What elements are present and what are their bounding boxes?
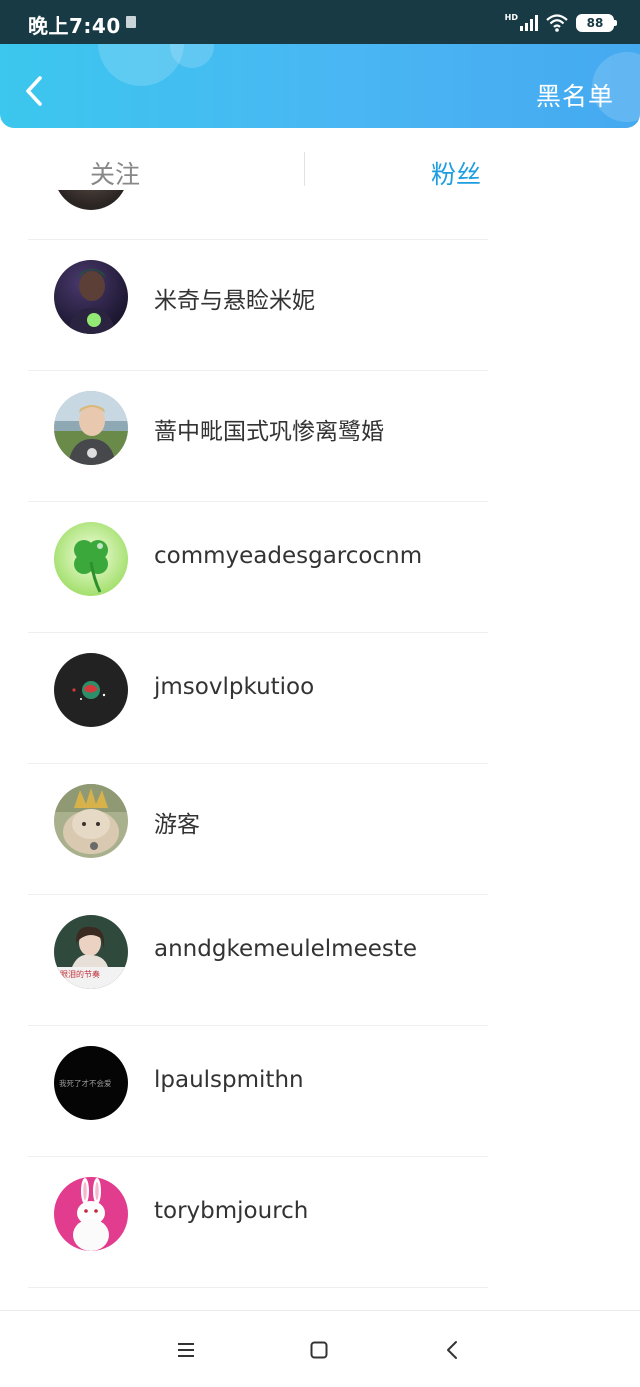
avatar (54, 1177, 128, 1251)
back-icon[interactable] (18, 74, 52, 108)
fan-name: jmsovlpkutioo (154, 674, 315, 700)
status-time: 晚上7:40 (28, 14, 121, 38)
list-item-divider (0, 1287, 640, 1310)
avatar (54, 784, 128, 858)
menu-icon[interactable] (175, 1339, 197, 1361)
system-nav-bar (0, 1310, 640, 1387)
list-item[interactable]: 眼泪的节奏 anndgkemeulelmeeste (0, 894, 640, 1025)
list-item[interactable]: commyeadesgarcocnm (0, 501, 640, 632)
fan-name: torybmjourch (154, 1198, 309, 1224)
avatar (54, 391, 128, 465)
status-bar: 晚上7:40 HD 88 (0, 0, 640, 44)
back-triangle-icon[interactable] (442, 1339, 464, 1361)
fan-list[interactable]: 米奇与悬睑米妮 蔷中毗国式巩惨离鹭婚 commyeadesgarcocnm jm… (0, 128, 640, 1310)
battery-icon: 88 (576, 14, 617, 32)
status-icons: HD 88 (504, 12, 617, 34)
home-square-icon[interactable] (308, 1339, 330, 1361)
list-item[interactable]: torybmjourch (0, 1156, 640, 1287)
fan-name: 米奇与悬睑米妮 (154, 288, 315, 314)
fan-name: lpaulspmithn (154, 1067, 304, 1093)
fan-name: 蔷中毗国式巩惨离鹭婚 (154, 419, 384, 445)
blacklist-button[interactable]: 黑名单 (536, 77, 614, 113)
header-bar: 黑名单 (0, 44, 640, 128)
tab-fans[interactable]: 粉丝 (431, 155, 481, 191)
avatar (54, 260, 128, 334)
avatar: 眼泪的节奏 (54, 915, 128, 989)
list-item[interactable]: 米奇与悬睑米妮 (0, 239, 640, 370)
wifi-icon (546, 14, 568, 32)
list-item[interactable]: 我死了才不会爱 lpaulspmithn (0, 1025, 640, 1156)
avatar-caption: 我死了才不会爱 (59, 1078, 112, 1088)
avatar (54, 522, 128, 596)
tab-bar: 关注 粉丝 (0, 128, 640, 190)
signal-type-label: HD (504, 13, 518, 22)
sim-icon (126, 16, 136, 28)
avatar (54, 653, 128, 727)
list-item[interactable]: 蔷中毗国式巩惨离鹭婚 (0, 370, 640, 501)
avatar: 我死了才不会爱 (54, 1046, 128, 1120)
avatar-caption: 眼泪的节奏 (60, 969, 100, 979)
tab-follow[interactable]: 关注 (90, 155, 140, 191)
fan-name: 游客 (154, 812, 200, 838)
tab-divider (304, 152, 305, 186)
list-item[interactable]: jmsovlpkutioo (0, 632, 640, 763)
fan-name: anndgkemeulelmeeste (154, 936, 418, 962)
app-root: 晚上7:40 HD 88 黑名单 米奇与悬睑米妮 蔷中毗国式巩惨离鹭婚 comm… (0, 0, 640, 1387)
fan-name: commyeadesgarcocnm (154, 543, 423, 569)
list-item[interactable]: 游客 (0, 763, 640, 894)
signal-icon (520, 15, 538, 31)
